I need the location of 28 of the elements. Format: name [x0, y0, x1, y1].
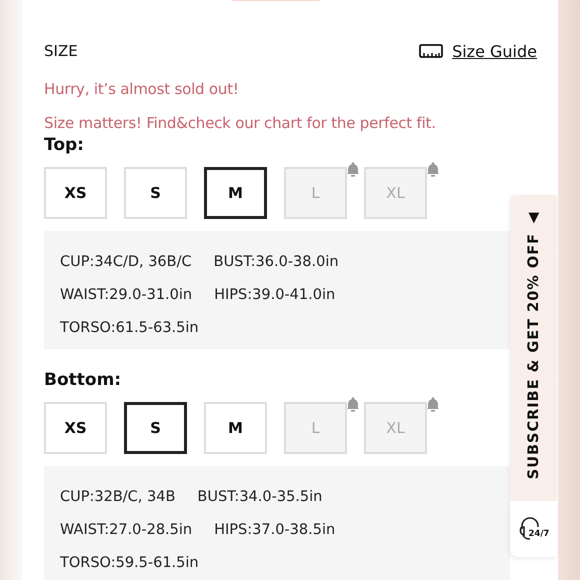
support-button[interactable]: 24/7: [510, 501, 557, 557]
size-option[interactable]: XS: [44, 167, 107, 219]
measurement-text: TORSO:59.5-61.5in: [60, 554, 199, 570]
bell-icon: [345, 161, 361, 177]
size-option[interactable]: S: [124, 402, 187, 454]
bell-icon: [425, 396, 441, 412]
measurement-text: BUST:36.0-38.0in: [214, 254, 339, 270]
measurement-text: WAIST:29.0-31.0in: [60, 286, 192, 302]
bell-icon: [425, 161, 441, 177]
size-option[interactable]: M: [204, 402, 267, 454]
notice-text: Hurry, it’s almost sold out!: [44, 80, 240, 98]
group-label: Top:: [44, 135, 85, 156]
measurement-text: HIPS:39.0-41.0in: [214, 286, 336, 302]
measurement-text: TORSO:61.5-63.5in: [60, 320, 199, 336]
bell-icon: [345, 396, 361, 412]
size-guide-link[interactable]: Size Guide: [419, 42, 537, 60]
measurement-text: BUST:34.0-35.5in: [197, 488, 322, 504]
section-heading: SIZE: [44, 42, 78, 60]
subscribe-tab[interactable]: ◀ SUBSCRIBE & GET 20% OFF: [510, 195, 557, 501]
notice-text: Size matters! Find&check our chart for the perfect fit.: [44, 114, 437, 132]
measurement-text: WAIST:27.0-28.5in: [60, 522, 192, 538]
size-option[interactable]: M: [204, 167, 267, 219]
measurement-text: CUP:34C/D, 36B/C: [60, 254, 192, 270]
size-option[interactable]: XS: [44, 402, 107, 454]
ruler-icon: [419, 44, 444, 58]
measurement-text: HIPS:37.0-38.5in: [214, 522, 336, 538]
measurement-text: CUP:32B/C, 34B: [60, 488, 176, 504]
size-option[interactable]: S: [124, 167, 187, 219]
